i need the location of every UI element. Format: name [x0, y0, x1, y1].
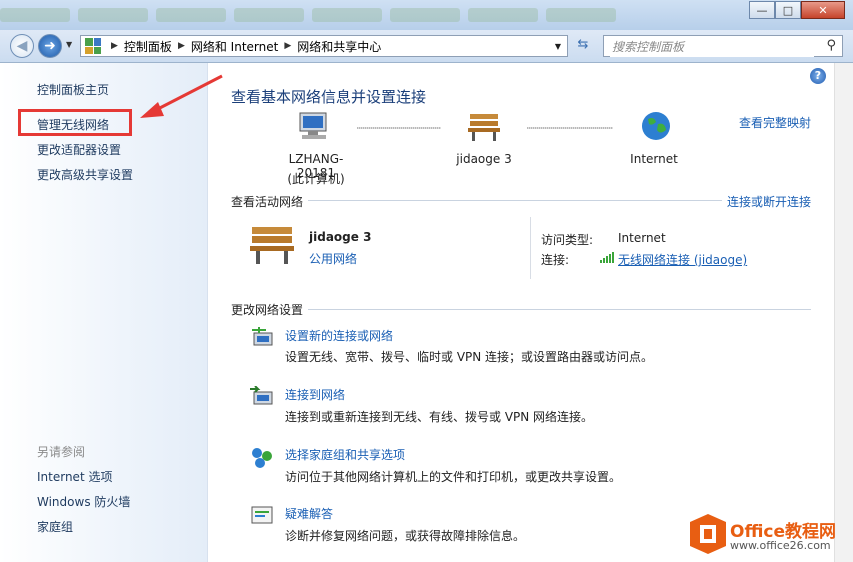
node-computer-sub: (此计算机): [287, 172, 345, 186]
wireless-connection-link[interactable]: 无线网络连接 (jidaoge): [618, 251, 747, 268]
task-troubleshoot-link[interactable]: 疑难解答: [285, 505, 333, 522]
breadcrumb-separator-icon[interactable]: ▶: [111, 41, 118, 51]
new-connection-icon: [252, 327, 273, 346]
breadcrumb-separator-icon[interactable]: ▶: [284, 41, 291, 51]
sidebar-link-control-panel-home[interactable]: 控制面板主页: [37, 81, 109, 98]
sidebar-link-advanced-sharing[interactable]: 更改高级共享设置: [37, 166, 133, 183]
close-button[interactable]: ✕: [801, 1, 845, 19]
minimize-button[interactable]: —: [749, 1, 775, 19]
breadcrumb-separator-icon[interactable]: ▶: [178, 41, 185, 51]
homegroup-icon: [252, 448, 272, 468]
computer-icon: [299, 112, 327, 139]
watermark-url: www.office26.com: [730, 539, 831, 552]
section-divider: [308, 200, 722, 201]
task-connect-network-link[interactable]: 连接到网络: [285, 386, 345, 403]
connect-disconnect-link[interactable]: 连接或断开连接: [727, 193, 811, 210]
connect-network-icon: [250, 386, 273, 405]
view-full-map-link[interactable]: 查看完整映射: [739, 114, 811, 131]
sidebar: [0, 63, 208, 562]
sidebar-link-internet-options[interactable]: Internet 选项: [37, 468, 112, 485]
troubleshoot-icon: [251, 506, 273, 524]
control-panel-icon: [85, 38, 101, 54]
node-network-name: jidaoge 3: [456, 152, 512, 166]
task-troubleshoot-desc: 诊断并修复网络问题，或获得故障排除信息。: [285, 529, 526, 543]
back-button[interactable]: ◀: [10, 34, 34, 58]
active-networks-title: 查看活动网络: [231, 195, 304, 209]
sidebar-link-change-adapter[interactable]: 更改适配器设置: [37, 141, 121, 158]
breadcrumb-network-internet[interactable]: 网络和 Internet: [191, 38, 278, 55]
search-icon[interactable]: ⚲: [826, 38, 836, 53]
search-input[interactable]: [610, 37, 814, 57]
connection-line: [357, 127, 441, 129]
bench-icon: [468, 114, 500, 141]
highlight-box: [18, 109, 132, 136]
vertical-divider: [530, 217, 531, 279]
task-setup-connection-link[interactable]: 设置新的连接或网络: [285, 327, 393, 344]
sidebar-link-windows-firewall[interactable]: Windows 防火墙: [37, 493, 130, 510]
active-network-name: jidaoge 3: [309, 230, 372, 244]
task-setup-connection-desc: 设置无线、宽带、拨号、临时或 VPN 连接；或设置路由器或访问点。: [285, 350, 654, 364]
sidebar-link-homegroup[interactable]: 家庭组: [37, 518, 73, 535]
page-title: 查看基本网络信息并设置连接: [231, 88, 427, 106]
connection-line: [527, 127, 613, 129]
breadcrumb-control-panel[interactable]: 控制面板: [124, 38, 172, 55]
address-dropdown-icon[interactable]: ▼: [555, 42, 561, 51]
navigation-bar: ◀ ➜ ▼ ▶ 控制面板 ▶ 网络和 Internet ▶ 网络和共享中心 ▼ …: [0, 30, 853, 63]
annotation-arrow-icon: [140, 74, 223, 118]
title-bar: — □ ✕: [0, 0, 853, 30]
refresh-icon[interactable]: ⇆: [572, 37, 594, 55]
globe-icon: [642, 112, 670, 140]
bench-large-icon: [250, 227, 294, 264]
access-type-label: 访问类型:: [541, 233, 594, 247]
access-type-value: Internet: [618, 231, 666, 245]
network-type-link[interactable]: 公用网络: [309, 250, 357, 267]
breadcrumb-network-sharing-center[interactable]: 网络和共享中心: [297, 38, 381, 55]
node-internet: Internet: [630, 152, 678, 166]
search-box: ⚲: [603, 35, 843, 57]
address-bar[interactable]: ▶ 控制面板 ▶ 网络和 Internet ▶ 网络和共享中心 ▼: [80, 35, 568, 57]
task-homegroup-desc: 访问位于其他网络计算机上的文件和打印机，或更改共享设置。: [285, 470, 622, 484]
window-controls: — □ ✕: [749, 1, 845, 19]
vertical-scrollbar[interactable]: [834, 63, 853, 562]
help-icon[interactable]: ?: [810, 68, 826, 84]
see-also-header: 另请参阅: [37, 445, 86, 459]
section-divider: [308, 309, 811, 310]
recent-pages-dropdown-icon[interactable]: ▼: [66, 40, 72, 49]
task-homegroup-link[interactable]: 选择家庭组和共享选项: [285, 446, 405, 463]
watermark: Office教程网 www.office26.com: [688, 511, 848, 557]
connection-label: 连接:: [541, 253, 570, 267]
change-settings-title: 更改网络设置: [231, 303, 304, 317]
maximize-button[interactable]: □: [775, 1, 801, 19]
task-connect-network-desc: 连接到或重新连接到无线、有线、拨号或 VPN 网络连接。: [285, 410, 594, 424]
blurred-taskbar-strip: [0, 8, 700, 26]
signal-strength-icon: [600, 252, 614, 263]
office-logo-icon: [690, 514, 726, 554]
forward-button[interactable]: ➜: [38, 34, 62, 58]
